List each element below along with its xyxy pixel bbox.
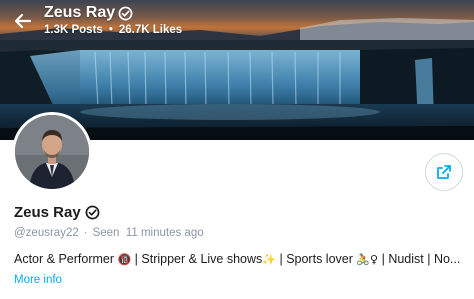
posts-count: 1.3K Posts bbox=[44, 24, 103, 36]
share-button[interactable] bbox=[425, 153, 463, 191]
share-icon bbox=[437, 165, 451, 179]
verified-badge-icon bbox=[118, 6, 133, 20]
header-stats: 1.3K Posts • 26.7K Likes bbox=[44, 24, 182, 36]
header-name: Zeus Ray bbox=[44, 4, 116, 21]
likes-count: 26.7K Likes bbox=[118, 24, 183, 36]
bio-emoji-sparkles: ✨ bbox=[262, 253, 276, 266]
avatar-portrait bbox=[15, 115, 89, 189]
header-title: Zeus Ray bbox=[44, 4, 133, 22]
stats-separator: • bbox=[108, 24, 113, 36]
profile-name: Zeus Ray bbox=[14, 204, 100, 221]
profile-name-text: Zeus Ray bbox=[14, 204, 81, 221]
bio-text-2: | Stripper & Live shows bbox=[131, 252, 263, 266]
more-info-link[interactable]: More info bbox=[14, 274, 62, 286]
top-bar: Zeus Ray 1.3K Posts • 26.7K Likes bbox=[0, 0, 474, 44]
bio-emoji-adult: 🔞 bbox=[117, 253, 132, 266]
handle-row: @zeusray22 · Seen 11 minutes ago bbox=[14, 227, 204, 239]
bio-emoji-cyclist: 🚴♀ bbox=[356, 253, 379, 266]
bio-text-4: | Nudist | No... bbox=[378, 252, 461, 266]
avatar-image bbox=[15, 115, 89, 189]
verified-badge-icon bbox=[85, 205, 100, 220]
arrow-left-icon bbox=[14, 13, 32, 29]
avatar[interactable] bbox=[12, 112, 92, 192]
handle-separator: · bbox=[83, 227, 88, 239]
back-button[interactable] bbox=[10, 8, 36, 34]
username-handle: @zeusray22 bbox=[14, 227, 79, 239]
last-seen: Seen 11 minutes ago bbox=[92, 227, 204, 239]
bio-text-1: Actor & Performer bbox=[14, 252, 118, 266]
profile-bio: Actor & Performer 🔞 | Stripper & Live sh… bbox=[14, 252, 466, 266]
bio-text-3: | Sports lover bbox=[276, 252, 357, 266]
